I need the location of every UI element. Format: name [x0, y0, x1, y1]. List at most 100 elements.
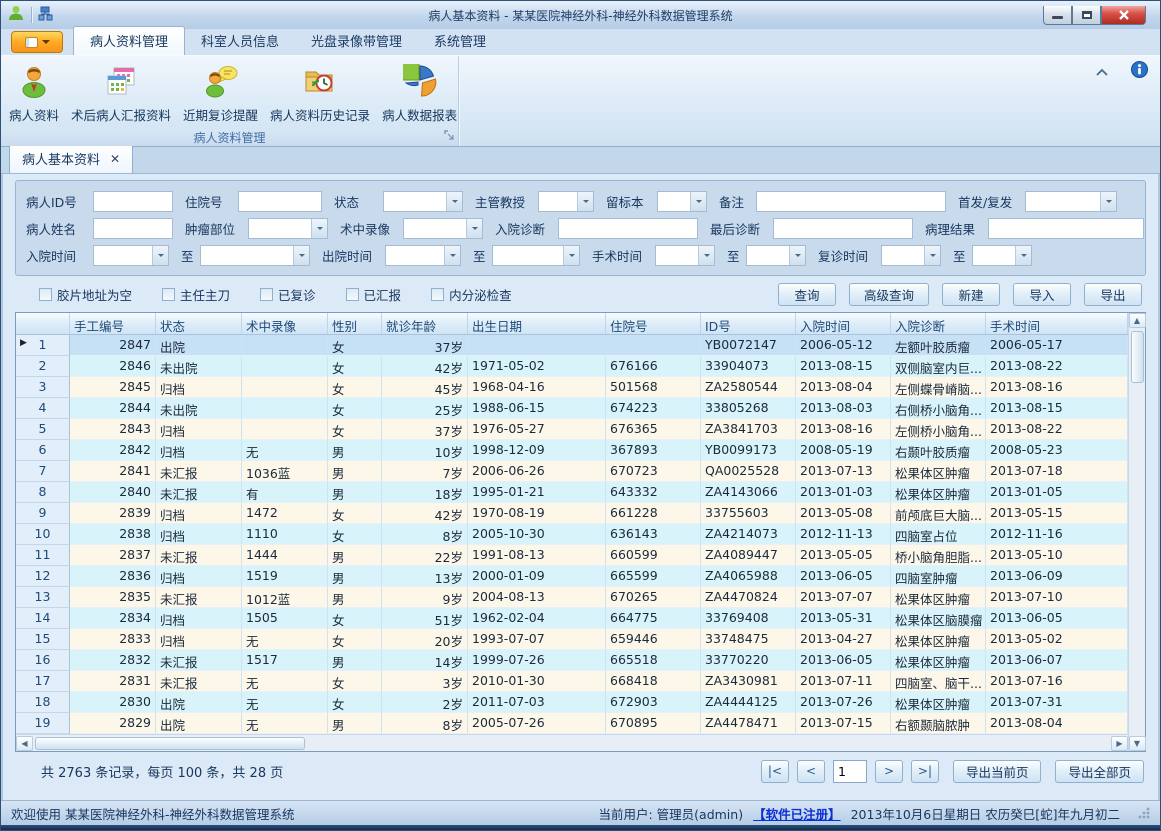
filter-input-住院号[interactable]: [238, 191, 322, 212]
header-cell-ID号[interactable]: ID号: [701, 313, 796, 334]
welcome-text: 欢迎使用 某某医院神经外科-神经外科数据管理系统: [11, 804, 295, 823]
filter-input-病理结果[interactable]: [988, 218, 1144, 239]
filter-combo-首发/复发[interactable]: [1025, 191, 1117, 212]
ribbon-tab-3[interactable]: 光盘录像带管理: [295, 27, 418, 55]
checkbox-胶片地址为空[interactable]: 胶片地址为空: [39, 285, 132, 304]
checkbox-内分泌检查[interactable]: 内分泌检查: [431, 285, 512, 304]
checkbox-已复诊[interactable]: 已复诊: [260, 285, 316, 304]
patient-data-button[interactable]: 病人资料: [3, 59, 65, 127]
prev-page-button[interactable]: <: [797, 760, 825, 783]
table-row[interactable]: 1▶2847出院女37岁YB00721472006-05-12左额叶胶质瘤200…: [16, 335, 1128, 356]
scroll-up-arrow-icon[interactable]: ▲: [1129, 313, 1146, 328]
table-row[interactable]: 152833归档无女20岁1993-07-0765944633748475201…: [16, 629, 1128, 650]
filter-combo-至[interactable]: [972, 245, 1032, 266]
table-row[interactable]: 42844未出院女25岁1988-06-15674223338052682013…: [16, 398, 1128, 419]
patient-report-button[interactable]: 病人数据报表: [376, 59, 463, 127]
filter-combo-至[interactable]: [200, 245, 310, 266]
table-row[interactable]: 172831未汇报无女3岁2010-01-30668418ZA343098120…: [16, 671, 1128, 692]
page-number-input[interactable]: [833, 760, 867, 783]
table-row[interactable]: 122836归档1519男13岁2000-01-09665599ZA406598…: [16, 566, 1128, 587]
software-registered-link[interactable]: 【软件已注册】: [753, 804, 841, 823]
export-all-pages-button[interactable]: 导出全部页: [1055, 760, 1144, 783]
filter-input-病人姓名[interactable]: [93, 218, 173, 239]
table-row[interactable]: 32845归档女45岁1968-04-16501568ZA25805442013…: [16, 377, 1128, 398]
filter-row-1: 病人ID号住院号状态主管教授留标本备注首发/复发: [26, 190, 1135, 212]
horizontal-scroll-thumb[interactable]: [35, 737, 305, 750]
table-row[interactable]: 182830出院无女2岁2011-07-03672903ZA4444125201…: [16, 692, 1128, 713]
header-cell-就诊年龄[interactable]: 就诊年龄: [382, 313, 468, 334]
header-cell-入院时间[interactable]: 入院时间: [796, 313, 891, 334]
action-button-导入[interactable]: 导入: [1013, 283, 1071, 306]
filter-combo-主管教授[interactable]: [538, 191, 594, 212]
table-row[interactable]: 142834归档1505女51岁1962-02-0466477533769408…: [16, 608, 1128, 629]
table-row[interactable]: 22846未出院女42岁1971-05-02676166339040732013…: [16, 356, 1128, 377]
filter-combo-至[interactable]: [746, 245, 806, 266]
info-icon[interactable]: [1131, 61, 1148, 82]
close-button[interactable]: [1101, 6, 1146, 25]
table-row[interactable]: 192829出院无男8岁2005-07-26670895ZA4478471201…: [16, 713, 1128, 734]
filter-input-备注[interactable]: [756, 191, 946, 212]
postop-report-button[interactable]: 术后病人汇报资料: [65, 59, 177, 127]
scroll-left-arrow-icon[interactable]: ◀: [16, 736, 33, 751]
maximize-button[interactable]: [1072, 6, 1101, 25]
filter-combo-入院时间[interactable]: [93, 245, 169, 266]
header-cell-住院号[interactable]: 住院号: [606, 313, 701, 334]
cell: 8岁: [382, 713, 468, 734]
doc-tab-close-icon[interactable]: ✕: [110, 153, 120, 165]
table-row[interactable]: 162832未汇报1517男14岁1999-07-266655183377022…: [16, 650, 1128, 671]
patient-history-button[interactable]: 病人资料历史记录: [264, 59, 376, 127]
checkbox-已汇报[interactable]: 已汇报: [346, 285, 402, 304]
filter-combo-手术时间[interactable]: [655, 245, 715, 266]
header-cell-术中录像[interactable]: 术中录像: [242, 313, 328, 334]
vertical-scroll-thumb[interactable]: [1131, 331, 1144, 383]
header-cell-性别[interactable]: 性别: [328, 313, 382, 334]
dialog-launcher-icon[interactable]: [444, 129, 454, 143]
filter-combo-复诊时间[interactable]: [881, 245, 941, 266]
doc-tab-patient-basic-info[interactable]: 病人基本资料 ✕: [9, 144, 133, 173]
scroll-down-arrow-icon[interactable]: ▼: [1129, 736, 1146, 751]
table-row[interactable]: 62842归档无男10岁1998-12-09367893YB0099173200…: [16, 440, 1128, 461]
scroll-right-arrow-icon[interactable]: ▶: [1111, 736, 1128, 751]
next-page-button[interactable]: >: [875, 760, 903, 783]
filter-input-病人ID号[interactable]: [93, 191, 173, 212]
table-row[interactable]: 112837未汇报1444男22岁1991-08-13660599ZA40894…: [16, 545, 1128, 566]
table-row[interactable]: 102838归档1110女8岁2005-10-30636143ZA4214073…: [16, 524, 1128, 545]
action-button-查询[interactable]: 查询: [778, 283, 836, 306]
application-menu-button[interactable]: [11, 31, 63, 53]
export-current-page-button[interactable]: 导出当前页: [953, 760, 1042, 783]
header-cell-手术时间[interactable]: 手术时间: [986, 313, 1128, 334]
header-cell-状态[interactable]: 状态: [156, 313, 242, 334]
collapse-ribbon-chevron-icon[interactable]: [1095, 62, 1109, 81]
filter-input-入院诊断[interactable]: [558, 218, 698, 239]
header-cell-selector[interactable]: [16, 313, 70, 334]
table-row[interactable]: 92839归档1472女42岁1970-08-19661228337556032…: [16, 503, 1128, 524]
last-page-button[interactable]: >|: [911, 760, 939, 783]
header-cell-手工编号[interactable]: 手工编号: [70, 313, 156, 334]
ribbon-tab-1[interactable]: 病人资料管理: [73, 26, 185, 55]
ribbon-tab-2[interactable]: 科室人员信息: [185, 27, 295, 55]
minimize-button[interactable]: [1043, 6, 1072, 25]
first-page-button[interactable]: |<: [761, 760, 789, 783]
ribbon-tab-4[interactable]: 系统管理: [418, 27, 502, 55]
header-cell-入院诊断[interactable]: 入院诊断: [891, 313, 986, 334]
quick-access-orgchart-icon[interactable]: [38, 6, 54, 25]
filter-combo-至[interactable]: [492, 245, 580, 266]
resize-grip[interactable]: [1138, 807, 1150, 819]
table-row[interactable]: 132835未汇报1012蓝男9岁2004-08-13670265ZA44708…: [16, 587, 1128, 608]
header-cell-出生日期[interactable]: 出生日期: [468, 313, 606, 334]
table-row[interactable]: 82840未汇报有男18岁1995-01-21643332ZA414306620…: [16, 482, 1128, 503]
filter-input-最后诊断[interactable]: [773, 218, 913, 239]
filter-combo-术中录像[interactable]: [403, 218, 483, 239]
filter-combo-留标本[interactable]: [657, 191, 707, 212]
action-button-高级查询[interactable]: 高级查询: [849, 283, 929, 306]
action-button-导出[interactable]: 导出: [1084, 283, 1142, 306]
revisit-reminder-button[interactable]: 近期复诊提醒: [177, 59, 264, 127]
cell: 17: [16, 671, 70, 692]
filter-combo-出院时间[interactable]: [385, 245, 461, 266]
filter-combo-状态[interactable]: [383, 191, 463, 212]
table-row[interactable]: 52843归档女37岁1976-05-27676365ZA38417032013…: [16, 419, 1128, 440]
action-button-新建[interactable]: 新建: [942, 283, 1000, 306]
table-row[interactable]: 72841未汇报1036蓝男7岁2006-06-26670723QA002552…: [16, 461, 1128, 482]
checkbox-主任主刀[interactable]: 主任主刀: [162, 285, 230, 304]
filter-combo-肿瘤部位[interactable]: [248, 218, 328, 239]
